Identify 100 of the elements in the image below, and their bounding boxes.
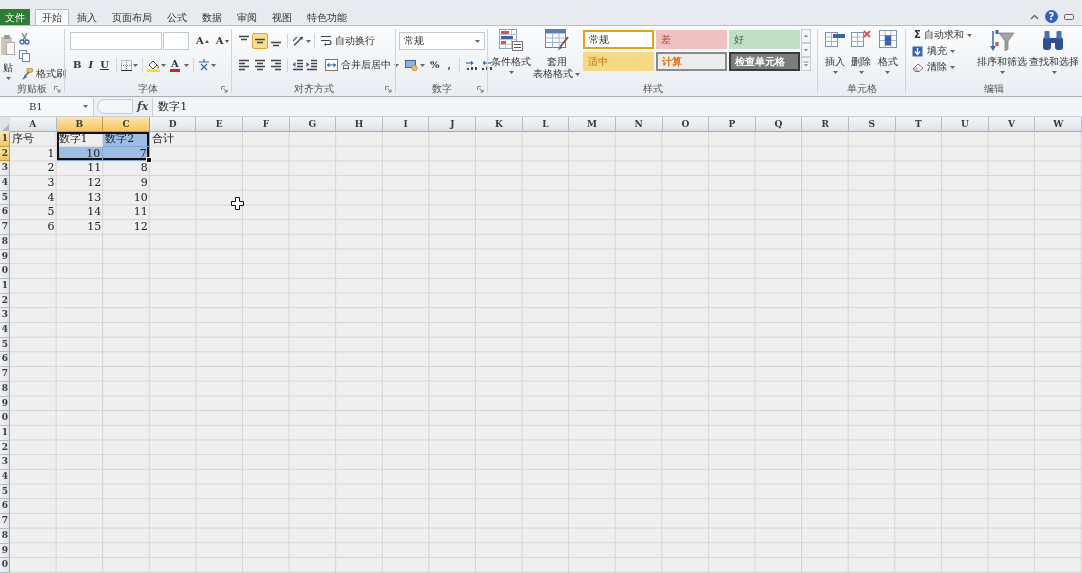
- accounting-format-icon[interactable]: [405, 59, 418, 71]
- caret-icon[interactable]: [160, 63, 166, 67]
- merge-center-button[interactable]: 合并后居中: [323, 57, 401, 73]
- spreadsheet-grid[interactable]: A B C D E F G H I J K L M N O P Q R S T U V W 1 序号 数字1 数字2 合计 2 1 10 7 3 2 11 8 4 3 12 9 5 4 13 10 6 5 14 11 7 6 15 12 8 9 0 1 2 3 4 5 6 7 8 9 0 1 2 3 4 5 6 7 8 9 0: [0, 117, 1082, 573]
- spreadsheet-cell[interactable]: 4: [10, 190, 57, 206]
- font-size-field[interactable]: [163, 32, 189, 50]
- ribbon-tab[interactable]: 审阅: [230, 9, 264, 25]
- ribbon-tab[interactable]: 插入: [70, 9, 104, 25]
- dialog-launcher-icon[interactable]: [221, 85, 228, 93]
- column-header[interactable]: T: [895, 117, 943, 132]
- align-middle-button[interactable]: [252, 33, 268, 49]
- underline-button[interactable]: U: [97, 58, 112, 72]
- row-header[interactable]: 0: [0, 411, 10, 426]
- row-header[interactable]: 5: [0, 337, 10, 353]
- spreadsheet-cell[interactable]: 12: [103, 220, 150, 235]
- cell-style-option[interactable]: 好: [729, 30, 800, 49]
- format-as-table-button[interactable]: 套用 表格格式: [532, 26, 581, 82]
- column-header[interactable]: J: [429, 117, 477, 132]
- row-header[interactable]: 6: [0, 352, 10, 368]
- decrease-decimal-icon[interactable]: [480, 59, 493, 71]
- shrink-font-button[interactable]: A: [212, 34, 232, 48]
- column-header[interactable]: K: [476, 117, 523, 132]
- column-header[interactable]: A: [10, 117, 57, 132]
- row-header[interactable]: 7: [0, 220, 10, 235]
- column-header[interactable]: P: [709, 117, 756, 132]
- minimize-icon[interactable]: [1064, 13, 1074, 20]
- caret-icon[interactable]: [132, 63, 138, 67]
- caret-icon[interactable]: [183, 63, 189, 67]
- dialog-launcher-icon[interactable]: [477, 85, 484, 93]
- number-format-dropdown[interactable]: 常规: [399, 32, 485, 50]
- borders-icon[interactable]: [120, 59, 132, 71]
- ribbon-tab[interactable]: 页面布局: [105, 9, 159, 25]
- column-header[interactable]: G: [289, 117, 337, 132]
- increase-indent-icon[interactable]: [306, 59, 318, 71]
- spreadsheet-cell[interactable]: 10: [103, 190, 150, 206]
- spreadsheet-cell[interactable]: 合计: [149, 132, 197, 147]
- conditional-formatting-button[interactable]: 条件格式: [490, 26, 532, 82]
- file-tab[interactable]: 文件: [0, 9, 30, 25]
- row-header[interactable]: 8: [0, 528, 10, 544]
- column-header[interactable]: O: [662, 117, 710, 132]
- column-header[interactable]: U: [942, 117, 989, 132]
- wrap-text-button[interactable]: 自动换行: [318, 33, 377, 49]
- decrease-indent-icon[interactable]: [292, 59, 304, 71]
- spreadsheet-cell[interactable]: 2: [10, 161, 57, 177]
- spreadsheet-cell[interactable]: 8: [103, 161, 150, 177]
- spreadsheet-cell[interactable]: 数字1: [56, 132, 104, 147]
- spreadsheet-cell[interactable]: 11: [56, 161, 104, 177]
- spreadsheet-cell[interactable]: 12: [56, 176, 104, 191]
- ribbon-tab[interactable]: 特色功能: [300, 9, 354, 25]
- column-header[interactable]: D: [149, 117, 197, 132]
- scissors-icon[interactable]: [19, 33, 30, 45]
- spreadsheet-cell[interactable]: 5: [10, 205, 57, 221]
- italic-button[interactable]: I: [85, 58, 97, 72]
- fill-button[interactable]: 填充: [910, 43, 976, 59]
- row-header[interactable]: 8: [0, 381, 10, 397]
- font-color-button[interactable]: A: [166, 58, 183, 72]
- caret-icon[interactable]: [306, 39, 311, 43]
- percent-style-button[interactable]: %: [427, 58, 443, 72]
- column-header[interactable]: S: [848, 117, 896, 132]
- ribbon-tab[interactable]: 视图: [265, 9, 299, 25]
- column-header[interactable]: N: [615, 117, 663, 132]
- row-header[interactable]: 2: [0, 146, 10, 162]
- font-name-field[interactable]: [70, 32, 162, 50]
- row-header[interactable]: 9: [0, 543, 10, 559]
- name-box[interactable]: B1: [0, 97, 94, 116]
- column-header[interactable]: B: [56, 117, 104, 132]
- row-header[interactable]: 0: [0, 558, 10, 573]
- row-header[interactable]: 1: [0, 279, 10, 294]
- cell-style-option[interactable]: 常规: [583, 30, 654, 49]
- align-left-icon[interactable]: [238, 59, 250, 71]
- spreadsheet-cell[interactable]: 11: [103, 205, 150, 221]
- column-header[interactable]: I: [382, 117, 430, 132]
- caret-icon[interactable]: [210, 63, 216, 67]
- row-header[interactable]: 7: [0, 367, 10, 382]
- column-header[interactable]: L: [522, 117, 570, 132]
- spreadsheet-cell[interactable]: 序号: [10, 132, 57, 147]
- collapse-ribbon-icon[interactable]: [1030, 13, 1039, 20]
- row-header[interactable]: 7: [0, 514, 10, 529]
- spreadsheet-cell[interactable]: 数字2: [103, 132, 150, 147]
- spreadsheet-cell[interactable]: 1: [10, 146, 57, 162]
- fill-handle[interactable]: [145, 157, 152, 164]
- row-header[interactable]: 4: [0, 470, 10, 485]
- fill-color-icon[interactable]: [146, 58, 160, 72]
- row-header[interactable]: 1: [0, 132, 10, 147]
- column-header[interactable]: W: [1035, 117, 1082, 132]
- spreadsheet-cell[interactable]: 9: [103, 176, 150, 191]
- column-header[interactable]: F: [243, 117, 290, 132]
- grow-font-button[interactable]: A: [193, 34, 212, 48]
- format-painter-button[interactable]: 格式刷: [19, 66, 68, 82]
- insert-function-button[interactable]: fx: [133, 98, 153, 115]
- format-button[interactable]: 格式: [875, 26, 900, 82]
- bold-button[interactable]: B: [70, 58, 85, 72]
- ribbon-tab[interactable]: 数据: [195, 9, 229, 25]
- column-header[interactable]: R: [802, 117, 849, 132]
- row-header[interactable]: 6: [0, 205, 10, 221]
- row-header[interactable]: 3: [0, 308, 10, 324]
- caret-icon[interactable]: [420, 63, 425, 67]
- column-header[interactable]: E: [196, 117, 244, 132]
- column-header[interactable]: M: [569, 117, 616, 132]
- row-header[interactable]: 3: [0, 161, 10, 177]
